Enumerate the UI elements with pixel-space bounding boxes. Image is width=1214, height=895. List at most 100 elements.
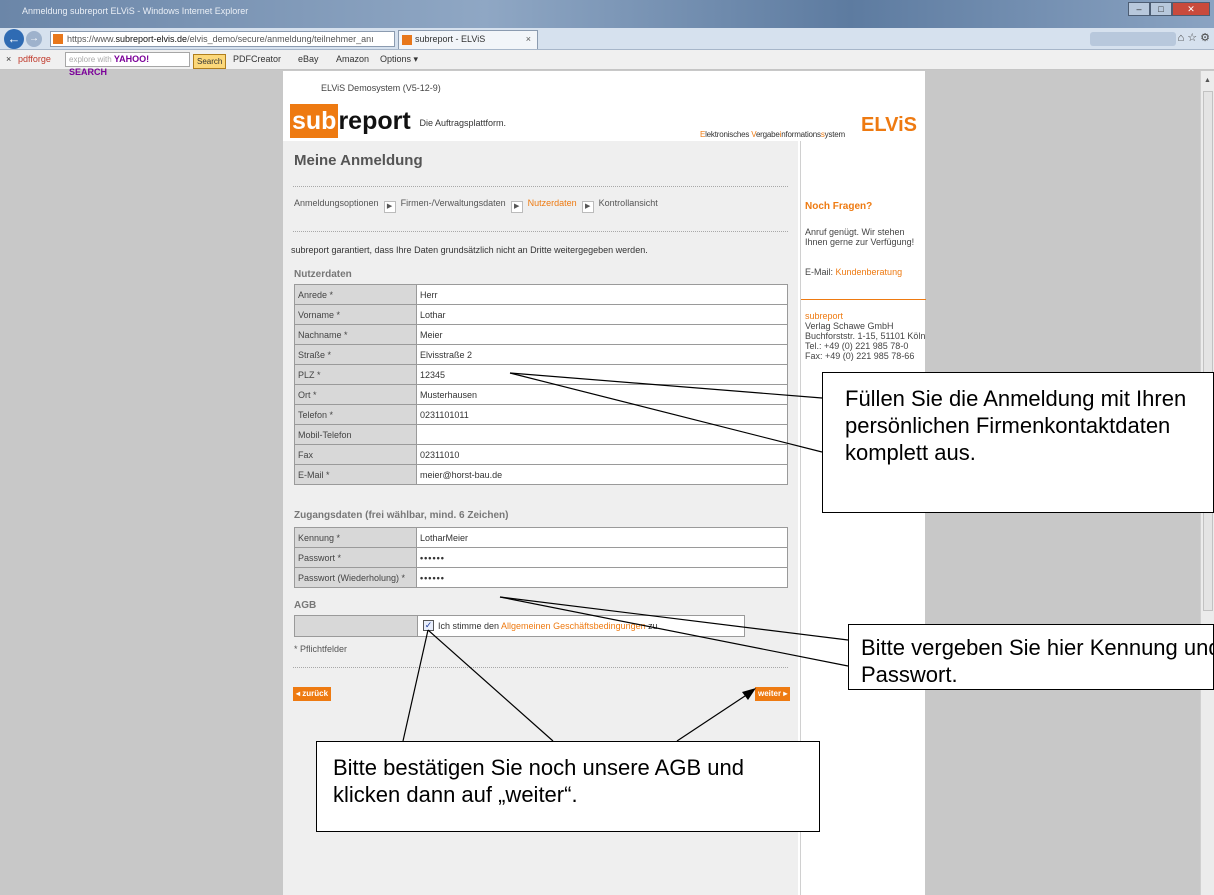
browser-tools-icons[interactable]: ⌂ ☆ ⚙ bbox=[1178, 31, 1210, 44]
tab-close-icon[interactable]: × bbox=[526, 31, 531, 48]
toolbar-search-placeholder: explore with bbox=[69, 55, 112, 64]
toolbar-amazon[interactable]: Amazon bbox=[336, 54, 369, 64]
toolbar-close-icon[interactable]: × bbox=[6, 54, 11, 64]
form-row: PLZ * 12345 bbox=[294, 364, 788, 385]
tab-subreport[interactable]: subreport - ELViS × bbox=[398, 30, 538, 49]
form-row: Vorname * Lothar bbox=[294, 304, 788, 325]
form-row: Anrede * Herr bbox=[294, 284, 788, 305]
field-label: E-Mail * bbox=[294, 464, 417, 485]
agb-link[interactable]: Allgemeinen Geschäftsbedingungen bbox=[501, 621, 646, 631]
address-company: subreport bbox=[805, 311, 844, 321]
field-input[interactable]: 12345 bbox=[416, 364, 788, 385]
callout-password: Bitte vergeben Sie hier Kennung und Pass… bbox=[848, 624, 1214, 690]
toolbar-search-button[interactable]: Search bbox=[193, 54, 227, 69]
tab-label: subreport - ELViS bbox=[415, 34, 486, 44]
back-icon[interactable]: ← bbox=[4, 29, 24, 49]
address-line: Verlag Schawe GmbH bbox=[805, 321, 894, 331]
field-input[interactable]: 02311010 bbox=[416, 444, 788, 465]
field-input[interactable]: LotharMeier bbox=[416, 527, 788, 548]
divider bbox=[293, 186, 788, 187]
form-row: Fax 02311010 bbox=[294, 444, 788, 465]
field-input[interactable] bbox=[416, 424, 788, 445]
chevron-right-icon: ▶ bbox=[383, 201, 396, 213]
field-input[interactable]: Lothar bbox=[416, 304, 788, 325]
next-button[interactable]: weiter ▸ bbox=[755, 687, 791, 701]
elvis-claim: Elektronisches Vergabeinformationssystem bbox=[699, 130, 845, 139]
url-domain: subreport-elvis.de bbox=[115, 34, 188, 44]
page-title: Meine Anmeldung bbox=[294, 152, 423, 169]
minimize-button[interactable]: – bbox=[1128, 2, 1150, 16]
toolbar-pdfcreator[interactable]: PDFCreator bbox=[233, 54, 281, 64]
subreport-logo[interactable]: subreport Die Auftragsplattform. bbox=[290, 104, 506, 138]
sidebar-address: subreport Verlag Schawe GmbH Buchforstst… bbox=[805, 311, 925, 361]
field-label: Fax bbox=[294, 444, 417, 465]
field-label: Ort * bbox=[294, 384, 417, 405]
window-controls: – □ ✕ bbox=[1128, 2, 1210, 16]
logo-report: report bbox=[338, 107, 411, 135]
step-anmeldungsoptionen[interactable]: Anmeldungsoptionen bbox=[294, 198, 379, 208]
field-input[interactable]: •••••• bbox=[416, 547, 788, 568]
callout-password-text: Bitte vergeben Sie hier Kennung und Pass… bbox=[861, 635, 1214, 687]
chevron-right-icon: ▶ bbox=[581, 201, 594, 213]
form-row: Nachname * Meier bbox=[294, 324, 788, 345]
sidebar-divider bbox=[801, 299, 926, 300]
field-input[interactable]: Herr bbox=[416, 284, 788, 305]
form-row: Straße * Elvisstraße 2 bbox=[294, 344, 788, 365]
close-window-button[interactable]: ✕ bbox=[1172, 2, 1210, 16]
step-nutzerdaten: Nutzerdaten bbox=[527, 198, 577, 208]
forward-icon[interactable]: → bbox=[26, 31, 42, 47]
maximize-button[interactable]: □ bbox=[1150, 2, 1172, 16]
browser-navbar: ← → https://www.subreport-elvis.de/elvis… bbox=[0, 28, 1214, 50]
field-input[interactable]: meier@horst-bau.de bbox=[416, 464, 788, 485]
form-row: Ort * Musterhausen bbox=[294, 384, 788, 405]
browser-titlebar: Anmeldung subreport ELViS - Windows Inte… bbox=[0, 0, 1214, 28]
form-row: E-Mail * meier@horst-bau.de bbox=[294, 464, 788, 485]
url-prefix: https://www. bbox=[67, 34, 116, 44]
field-input[interactable]: Meier bbox=[416, 324, 788, 345]
agb-label-cell bbox=[295, 616, 418, 636]
breadcrumb: Anmeldungsoptionen ▶ Firmen-/Verwaltungsda… bbox=[294, 198, 658, 213]
window-title: Anmeldung subreport ELViS - Windows Inte… bbox=[22, 6, 249, 16]
field-label: Mobil-Telefon bbox=[294, 424, 417, 445]
divider bbox=[293, 231, 788, 232]
field-label: Straße * bbox=[294, 344, 417, 365]
tab-favicon-icon bbox=[402, 35, 412, 45]
address-bar[interactable]: https://www.subreport-elvis.de/elvis_dem… bbox=[50, 31, 395, 47]
field-label: Vorname * bbox=[294, 304, 417, 325]
callout-agb-text: Bitte bestätigen Sie noch unsere AGB und… bbox=[333, 755, 744, 807]
chevron-right-icon: ▶ bbox=[510, 201, 523, 213]
form-row: Passwort * •••••• bbox=[294, 547, 788, 568]
field-input[interactable]: •••••• bbox=[416, 567, 788, 588]
divider bbox=[293, 667, 788, 668]
field-label: Kennung * bbox=[294, 527, 417, 548]
back-button[interactable]: ◂ zurück bbox=[293, 687, 332, 701]
toolbar-search-input[interactable]: explore with YAHOO! SEARCH bbox=[65, 52, 190, 77]
field-input[interactable]: Musterhausen bbox=[416, 384, 788, 405]
section-nutzerdaten: Nutzerdaten bbox=[294, 269, 352, 280]
form-row: Mobil-Telefon bbox=[294, 424, 788, 445]
agb-checkbox[interactable]: ✓ bbox=[423, 620, 434, 631]
callout-fill-text: Füllen Sie die Anmeldung mit Ihren persö… bbox=[845, 386, 1187, 465]
address-line: Tel.: +49 (0) 221 985 78-0 bbox=[805, 341, 909, 351]
kundenberatung-link[interactable]: Kundenberatung bbox=[836, 267, 903, 277]
toolbar: × pdfforge explore with YAHOO! SEARCH Se… bbox=[0, 50, 1214, 77]
field-label: Anrede * bbox=[294, 284, 417, 305]
required-note: * Pflichtfelder bbox=[294, 644, 348, 654]
browser-search-box[interactable] bbox=[1090, 32, 1176, 46]
address-line: Buchforststr. 1-15, 51101 Köln bbox=[805, 331, 926, 341]
agb-text: Ich stimme den Allgemeinen Geschäftsbedi… bbox=[438, 621, 661, 631]
agb-row: ✓ Ich stimme den Allgemeinen Geschäftsbe… bbox=[294, 615, 745, 637]
toolbar-options[interactable]: Options ▾ bbox=[380, 54, 418, 65]
elvis-logo: ELViS bbox=[861, 114, 917, 136]
field-label: PLZ * bbox=[294, 364, 417, 385]
site-favicon-icon bbox=[53, 34, 63, 44]
step-firmendaten[interactable]: Firmen-/Verwaltungsdaten bbox=[401, 198, 506, 208]
section-agb: AGB bbox=[294, 600, 317, 611]
field-label: Passwort (Wiederholung) * bbox=[294, 567, 417, 588]
scroll-thumb[interactable] bbox=[1203, 91, 1213, 611]
scroll-up-icon[interactable]: ▲ bbox=[1204, 77, 1211, 84]
toolbar-ebay[interactable]: eBay bbox=[298, 54, 319, 64]
field-input[interactable]: Elvisstraße 2 bbox=[416, 344, 788, 365]
privacy-note: subreport garantiert, dass Ihre Daten gr… bbox=[291, 245, 648, 255]
field-input[interactable]: 0231101011 bbox=[416, 404, 788, 425]
